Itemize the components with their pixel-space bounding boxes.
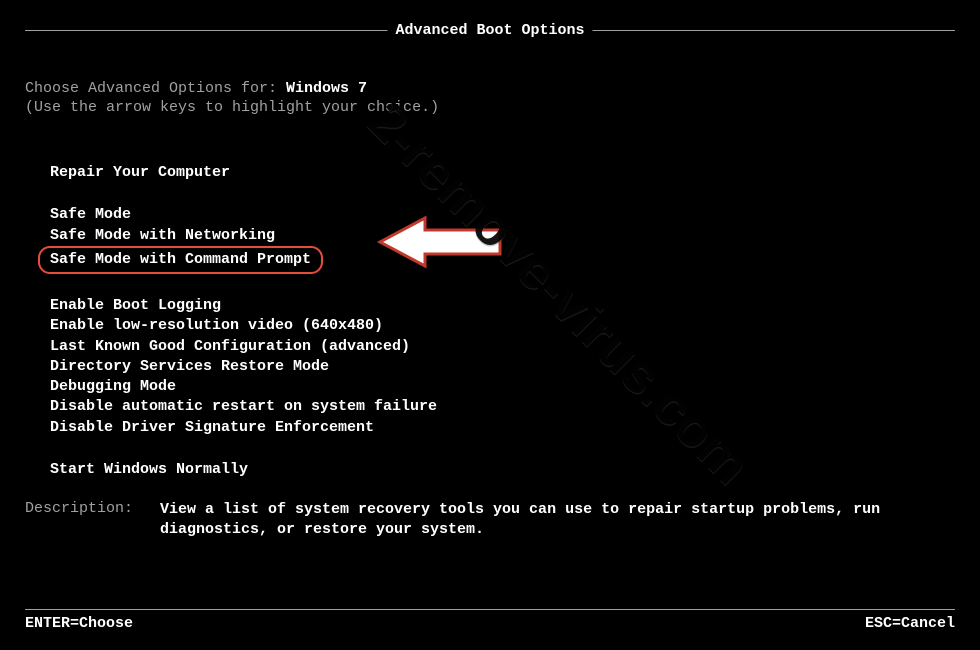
os-name: Windows 7 <box>286 80 367 97</box>
footer-bar: ENTER=Choose ESC=Cancel <box>25 615 955 632</box>
menu-last-known-good[interactable]: Last Known Good Configuration (advanced) <box>50 337 955 357</box>
menu-disable-auto-restart[interactable]: Disable automatic restart on system fail… <box>50 397 955 417</box>
menu-disable-driver-sig[interactable]: Disable Driver Signature Enforcement <box>50 418 955 438</box>
description-row: Description: View a list of system recov… <box>25 500 955 541</box>
content-area: Choose Advanced Options for: Windows 7 (… <box>25 50 955 600</box>
menu-repair-computer[interactable]: Repair Your Computer <box>50 163 955 183</box>
description-text: View a list of system recovery tools you… <box>160 500 955 541</box>
prompt-label: Choose Advanced Options for: <box>25 80 286 97</box>
description-label: Description: <box>25 500 160 541</box>
menu-start-normally[interactable]: Start Windows Normally <box>50 460 955 480</box>
arrow-keys-hint: (Use the arrow keys to highlight your ch… <box>25 99 955 116</box>
boot-options-screen: Advanced Boot Options Choose Advanced Op… <box>0 0 980 650</box>
highlight-ring: Safe Mode with Command Prompt <box>38 246 323 274</box>
footer-enter-hint: ENTER=Choose <box>25 615 133 632</box>
menu-ds-restore[interactable]: Directory Services Restore Mode <box>50 357 955 377</box>
choose-prompt: Choose Advanced Options for: Windows 7 <box>25 80 955 97</box>
menu-debugging[interactable]: Debugging Mode <box>50 377 955 397</box>
bottom-border <box>25 609 955 610</box>
footer-esc-hint: ESC=Cancel <box>865 615 955 632</box>
screen-title: Advanced Boot Options <box>387 22 592 39</box>
menu-boot-logging[interactable]: Enable Boot Logging <box>50 296 955 316</box>
menu-low-res-video[interactable]: Enable low-resolution video (640x480) <box>50 316 955 336</box>
